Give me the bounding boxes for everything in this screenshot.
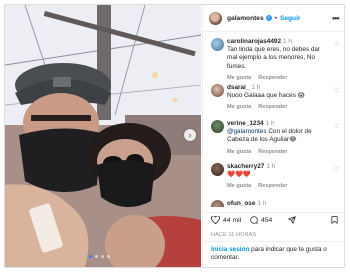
- header-separator: •: [274, 14, 277, 22]
- share-action[interactable]: [288, 216, 299, 224]
- comment-username[interactable]: verine_1234: [227, 120, 264, 127]
- comment-username[interactable]: carolinarojas4492: [227, 38, 281, 45]
- comment-mention-link[interactable]: @galamontes: [227, 128, 267, 135]
- heart-icon[interactable]: ♡: [334, 166, 339, 173]
- comment-age: 1 h: [265, 120, 275, 127]
- post-photo[interactable]: ›: [5, 5, 201, 267]
- comment-meta: Me gusta Responder: [227, 148, 331, 156]
- likes-count: 44 mil: [223, 216, 242, 224]
- comment-age: 1 h: [266, 163, 276, 170]
- comment-body: verine_1234 1 h @galamontes Con el dolor …: [227, 120, 331, 156]
- author-avatar[interactable]: [209, 11, 222, 25]
- carousel-dots: [89, 255, 110, 258]
- comment-meta: Me gusta Responder: [227, 74, 331, 82]
- carousel-dot: [89, 255, 92, 258]
- comment-text: ❤️❤️❤️: [227, 171, 251, 179]
- comment-meta: Me gusta Responder: [227, 103, 331, 111]
- avatar[interactable]: [211, 200, 224, 207]
- comment-like-button[interactable]: Me gusta: [227, 104, 251, 110]
- verified-badge-icon: ✓: [265, 15, 272, 21]
- bookmark-icon[interactable]: [331, 216, 338, 224]
- heart-icon[interactable]: ♡: [334, 41, 339, 48]
- login-prompt: Inicia sesión para indicar que te gusta …: [203, 241, 344, 267]
- post-timestamp: HACE 11 HORAS: [211, 232, 257, 238]
- comment-like-button[interactable]: Me gusta: [227, 149, 251, 155]
- post-frame: › galamontes ✓ • Seguir ••• carolinaroja…: [4, 4, 345, 268]
- comment-age: 1 h: [251, 84, 261, 91]
- photo-illustration: [5, 5, 201, 267]
- carousel-dot: [107, 255, 110, 258]
- post-actions: 44 mil 454: [203, 212, 344, 229]
- comment-reply-button[interactable]: Responder: [258, 183, 287, 189]
- comment-text: Tan linda que eres, no debes dar mal eje…: [227, 46, 321, 70]
- comment-action[interactable]: 454: [250, 216, 272, 224]
- comment-body: skacherry27 1 h ❤️❤️❤️ Me gusta Responder: [227, 163, 331, 191]
- avatar[interactable]: [211, 163, 224, 176]
- comment-meta: Me gusta Responder: [227, 182, 331, 190]
- heart-icon[interactable]: ♡: [334, 123, 339, 130]
- chevron-right-icon[interactable]: ›: [184, 129, 196, 141]
- login-link[interactable]: Inicia sesión: [211, 246, 249, 253]
- carousel-dot: [101, 255, 104, 258]
- save-action[interactable]: [331, 216, 341, 224]
- carousel-dot: [95, 255, 98, 258]
- comment-body: carolinarojas4492 1 h Tan linda que eres,…: [227, 38, 331, 82]
- comments-list[interactable]: carolinarojas4492 1 h Tan linda que eres,…: [203, 35, 344, 207]
- comment-username[interactable]: ofun_ose: [227, 200, 255, 207]
- comment-reply-button[interactable]: Responder: [258, 104, 287, 110]
- comment-age: 1 h: [257, 200, 267, 207]
- heart-icon[interactable]: ♡: [334, 87, 339, 94]
- author-username[interactable]: galamontes: [227, 15, 264, 22]
- heart-icon[interactable]: [211, 216, 220, 224]
- avatar[interactable]: [211, 84, 224, 97]
- avatar[interactable]: [211, 38, 224, 51]
- comment-age: 1 h: [283, 38, 292, 45]
- share-icon[interactable]: [288, 216, 296, 224]
- comments-count: 454: [261, 216, 273, 224]
- comment-like-button[interactable]: Me gusta: [227, 75, 251, 81]
- comment-reply-button[interactable]: Responder: [258, 149, 287, 155]
- like-action[interactable]: 44 mil: [211, 216, 241, 224]
- comment-reply-button[interactable]: Responder: [258, 75, 287, 81]
- comment-username[interactable]: dsarai_: [227, 84, 249, 91]
- more-options-icon[interactable]: •••: [332, 14, 339, 23]
- avatar[interactable]: [211, 120, 224, 133]
- comment-like-button[interactable]: Me gusta: [227, 183, 251, 189]
- comment-icon[interactable]: [250, 216, 258, 224]
- comment-username[interactable]: skacherry27: [227, 163, 264, 170]
- comment-body: ofun_ose 1 h: [227, 200, 331, 207]
- post-side-panel: galamontes ✓ • Seguir ••• carolinarojas4…: [202, 5, 344, 267]
- comment-text: Nooo Galaaa que haces 😱: [227, 92, 305, 100]
- follow-button[interactable]: Seguir: [280, 15, 301, 22]
- post-header: galamontes ✓ • Seguir •••: [203, 5, 344, 32]
- comment-body: dsarai_ 1 h Nooo Galaaa que haces 😱 Me gu…: [227, 84, 331, 112]
